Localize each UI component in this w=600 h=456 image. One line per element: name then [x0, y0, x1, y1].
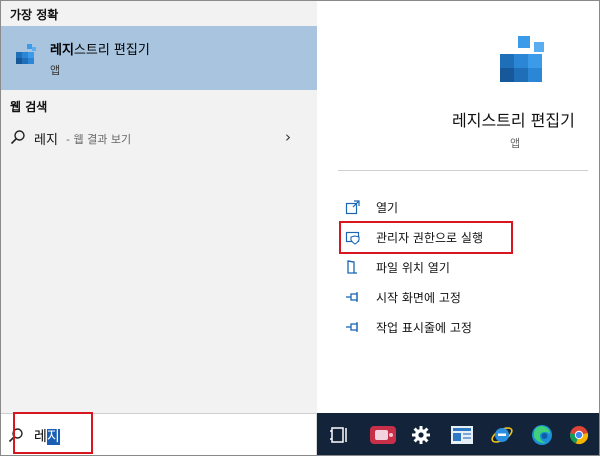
internet-explorer-icon[interactable]: [490, 423, 514, 447]
pin-to-start-action[interactable]: 시작 화면에 고정: [345, 286, 585, 308]
pin-icon: [346, 292, 358, 302]
web-search-query: 레지: [34, 133, 58, 148]
chrome-icon[interactable]: [569, 425, 589, 445]
detail-divider: [338, 170, 588, 171]
settings-gear-icon[interactable]: [411, 425, 431, 445]
open-action[interactable]: 열기: [345, 196, 585, 218]
open-file-location-action[interactable]: 파일 위치 열기: [345, 256, 585, 278]
chevron-right-icon[interactable]: ›: [285, 128, 291, 146]
shield-run-as-admin-icon: [345, 231, 360, 245]
web-search-suffix: - 웹 결과 보기: [66, 133, 132, 146]
pin-to-taskbar-label: 작업 표시줄에 고정: [376, 321, 472, 335]
best-match-app-name: 레지스트리 편집기: [50, 43, 150, 58]
taskbar-search-box[interactable]: 레지: [0, 413, 317, 456]
best-match-app-type: 앱: [50, 64, 61, 77]
open-action-label: 열기: [376, 201, 399, 215]
search-input-text[interactable]: 레지: [34, 426, 60, 446]
run-as-admin-label: 관리자 권한으로 실행: [376, 231, 483, 245]
registry-editor-large-icon: [500, 36, 544, 82]
app-detail-title: 레지스트리 편집기: [452, 111, 575, 130]
search-results-pane: 가장 정확 레지스트리 편집기 앱 웹 검색 레지 - 웹 결과 보기 ›: [0, 0, 317, 413]
task-view-icon[interactable]: [329, 425, 349, 445]
file-location-icon: [347, 260, 357, 274]
selected-text: 지: [46, 429, 60, 445]
pin-to-taskbar-action[interactable]: 작업 표시줄에 고정: [345, 316, 585, 338]
run-as-admin-action[interactable]: 관리자 권한으로 실행: [345, 226, 585, 248]
web-search-result[interactable]: 레지 - 웹 결과 보기 ›: [0, 125, 317, 151]
best-match-registry-editor[interactable]: 레지스트리 편집기 앱: [0, 26, 317, 90]
app-detail-subtitle: 앱: [510, 137, 521, 150]
best-match-heading: 가장 정확: [10, 8, 59, 22]
camera-app-icon[interactable]: [369, 424, 397, 446]
pin-icon: [346, 322, 358, 332]
pin-to-start-label: 시작 화면에 고정: [376, 291, 461, 305]
registry-editor-icon: [16, 44, 36, 64]
edge-icon[interactable]: [530, 423, 554, 447]
open-icon: [345, 200, 360, 215]
search-icon: [8, 428, 23, 443]
open-file-location-label: 파일 위치 열기: [376, 261, 450, 275]
search-icon: [10, 130, 25, 145]
web-search-heading: 웹 검색: [10, 100, 48, 114]
news-app-icon[interactable]: [450, 424, 474, 446]
